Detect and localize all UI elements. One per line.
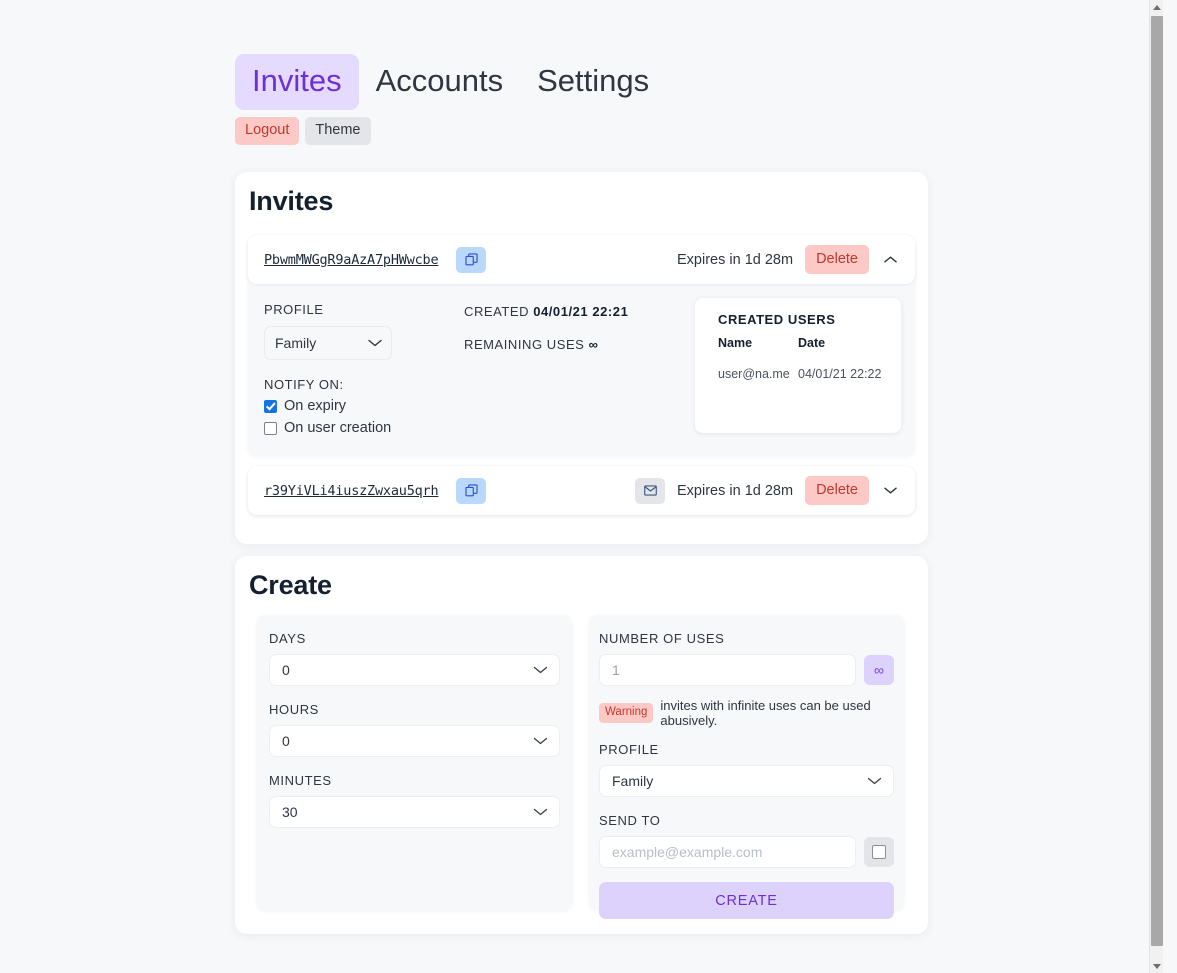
scrollbar-thumb[interactable] <box>1151 16 1163 946</box>
warning-badge: Warning <box>599 702 654 724</box>
infinite-uses-warning: Warning invites with infinite uses can b… <box>599 698 894 728</box>
notify-on-expiry-row[interactable]: On expiry <box>264 398 464 414</box>
table-row: user@na.me 04/01/21 22:22 <box>718 367 901 381</box>
infinite-uses-button[interactable]: ∞ <box>864 655 894 685</box>
remaining-uses-row: REMAINING USES ∞ <box>464 337 682 352</box>
send-to-row <box>599 836 894 868</box>
logout-button[interactable]: Logout <box>235 117 300 145</box>
notify-on-user-creation-row[interactable]: On user creation <box>264 420 464 436</box>
cell-name: user@na.me <box>718 367 790 381</box>
remaining-uses-value: ∞ <box>588 337 599 352</box>
scroll-up-arrow-icon[interactable] <box>1150 0 1163 14</box>
number-of-uses-input[interactable] <box>599 654 856 686</box>
invites-card: Invites PbwmMWGgR9aAzA7pHWwcbe Expires i… <box>235 172 928 544</box>
create-duration-panel: DAYS 0 HOURS 0 MINUTES 30 <box>257 615 572 910</box>
remaining-uses-label: REMAINING USES <box>464 337 585 352</box>
hours-label: HOURS <box>269 702 319 717</box>
invite-code-link[interactable]: r39YiVLi4iuszZwxau5qrh <box>264 483 439 499</box>
chevron-down-icon <box>368 339 382 348</box>
create-options-panel: NUMBER OF USES ∞ Warning invites with in… <box>589 615 904 919</box>
created-row: CREATED 04/01/21 22:21 <box>464 304 682 319</box>
scroll-down-arrow-icon[interactable] <box>1150 959 1163 973</box>
notify-label: NOTIFY ON: <box>264 377 344 392</box>
send-to-label: SEND TO <box>599 813 661 828</box>
minutes-value: 30 <box>282 804 298 820</box>
invite-detail-left: PROFILE Family NOTIFY ON: On expiry On u… <box>264 302 464 436</box>
create-card: Create DAYS 0 HOURS 0 MINUTES 30 NUMBER … <box>235 556 928 934</box>
created-value: 04/01/21 22:21 <box>533 304 629 319</box>
chevron-down-icon <box>533 737 548 746</box>
number-of-uses-row: ∞ <box>599 654 894 686</box>
invite-row-actions: Expires in 1d 28m Delete <box>635 475 899 506</box>
invites-title: Invites <box>249 186 334 216</box>
copy-icon[interactable] <box>456 477 487 504</box>
expiry-text: Expires in 1d 28m <box>677 251 794 268</box>
chevron-up-icon[interactable] <box>881 251 899 269</box>
create-title: Create <box>249 570 332 600</box>
hours-value: 0 <box>282 733 290 749</box>
delete-button[interactable]: Delete <box>805 475 869 506</box>
profile-select-value: Family <box>275 335 317 351</box>
chevron-down-icon[interactable] <box>881 482 899 500</box>
copy-icon[interactable] <box>456 246 487 273</box>
send-to-checkbox[interactable] <box>872 845 886 859</box>
chevron-down-icon <box>533 666 548 675</box>
create-button[interactable]: CREATE <box>599 882 894 919</box>
theme-button[interactable]: Theme <box>305 117 371 145</box>
number-of-uses-label: NUMBER OF USES <box>599 631 725 646</box>
send-to-input[interactable] <box>599 836 856 868</box>
on-user-creation-checkbox[interactable] <box>264 421 277 435</box>
tab-settings[interactable]: Settings <box>520 54 666 110</box>
tab-accounts[interactable]: Accounts <box>359 54 521 110</box>
hours-select[interactable]: 0 <box>269 725 560 757</box>
created-users-title: CREATED USERS <box>718 312 836 327</box>
invite-row: PbwmMWGgR9aAzA7pHWwcbe Expires in 1d 28m… <box>248 235 915 284</box>
create-profile-label: PROFILE <box>599 742 659 757</box>
table-header-row: Name Date <box>718 336 901 350</box>
column-name: Name <box>718 336 753 350</box>
chevron-down-icon <box>533 808 548 817</box>
vertical-scrollbar[interactable] <box>1149 0 1163 973</box>
notify-group: NOTIFY ON: On expiry On user creation <box>264 377 464 436</box>
tab-invites[interactable]: Invites <box>235 54 359 110</box>
invite-row: r39YiVLi4iuszZwxau5qrh Expires in 1d 28m… <box>248 466 915 515</box>
created-users-card: CREATED USERS Name Date user@na.me 04/01… <box>695 298 901 433</box>
created-label: CREATED <box>464 304 530 319</box>
main-nav: Invites Accounts Settings <box>235 54 666 110</box>
infinity-icon: ∞ <box>874 662 884 678</box>
app-page: Invites Accounts Settings Logout Theme I… <box>0 0 1163 973</box>
sub-nav: Logout Theme <box>235 117 371 145</box>
column-date: Date <box>798 336 826 350</box>
created-users-table: Name Date user@na.me 04/01/21 22:22 <box>718 336 901 381</box>
create-profile-select[interactable]: Family <box>599 765 894 797</box>
on-expiry-checkbox[interactable] <box>264 399 277 413</box>
send-to-toggle-button[interactable] <box>864 837 894 867</box>
invite-detail-middle: CREATED 04/01/21 22:21 REMAINING USES ∞ <box>464 302 682 436</box>
invite-item: r39YiVLi4iuszZwxau5qrh Expires in 1d 28m… <box>248 466 915 515</box>
invite-detail: PROFILE Family NOTIFY ON: On expiry On u… <box>248 284 915 450</box>
cell-date: 04/01/21 22:22 <box>798 367 882 381</box>
invite-item: PbwmMWGgR9aAzA7pHWwcbe Expires in 1d 28m… <box>248 235 915 456</box>
mail-icon[interactable] <box>635 477 666 504</box>
minutes-select[interactable]: 30 <box>269 796 560 828</box>
invite-code-link[interactable]: PbwmMWGgR9aAzA7pHWwcbe <box>264 252 439 268</box>
on-user-creation-label: On user creation <box>284 420 392 436</box>
minutes-label: MINUTES <box>269 773 332 788</box>
delete-button[interactable]: Delete <box>805 244 869 275</box>
profile-label: PROFILE <box>264 302 324 317</box>
warning-text: invites with infinite uses can be used a… <box>660 698 871 728</box>
chevron-down-icon <box>867 777 882 786</box>
days-label: DAYS <box>269 631 306 646</box>
on-expiry-label: On expiry <box>284 398 347 414</box>
days-select[interactable]: 0 <box>269 654 560 686</box>
create-profile-value: Family <box>612 773 654 789</box>
profile-select[interactable]: Family <box>264 326 392 360</box>
days-value: 0 <box>282 662 290 678</box>
expiry-text: Expires in 1d 28m <box>677 482 794 499</box>
invite-row-actions: Expires in 1d 28m Delete <box>677 244 899 275</box>
